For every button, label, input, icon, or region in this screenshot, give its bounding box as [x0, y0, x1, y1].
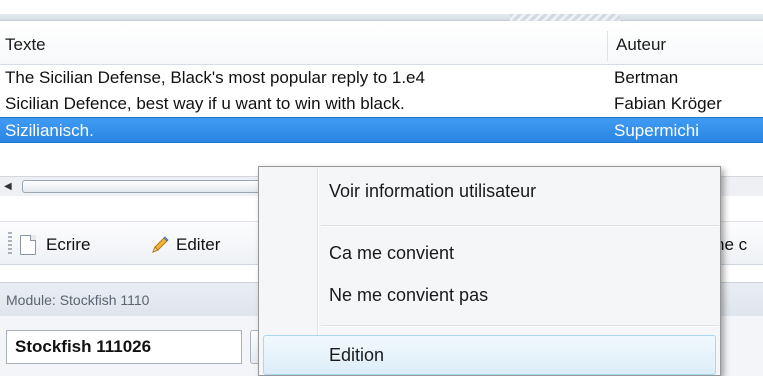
table-row[interactable]: The Sicilian Defense, Black's most popul…	[0, 65, 763, 91]
menu-item-view-user-info[interactable]: Voir information utilisateur	[329, 181, 536, 202]
edit-button[interactable]: Editer	[150, 232, 220, 258]
table-row[interactable]: Sicilian Defence, best way if u want to …	[0, 91, 763, 117]
scroll-left-icon[interactable]: ◀	[4, 181, 12, 192]
document-icon	[20, 235, 36, 255]
splitter-bar[interactable]	[0, 14, 763, 21]
menu-item-agree[interactable]: Ca me convient	[329, 243, 454, 264]
write-label: Ecrire	[46, 235, 91, 254]
row-text: The Sicilian Defense, Black's most popul…	[5, 68, 425, 87]
row-author: Fabian Kröger	[614, 94, 722, 113]
column-header-text[interactable]: Texte	[5, 25, 46, 65]
toolbar-grip-icon[interactable]	[8, 232, 12, 256]
engine-tab[interactable]: Stockfish 111026	[6, 330, 242, 364]
row-text: Sicilian Defence, best way if u want to …	[5, 94, 405, 113]
menu-item-edit[interactable]: Edition	[329, 345, 384, 366]
edit-label: Editer	[176, 235, 221, 254]
splitter-grip[interactable]	[510, 14, 620, 21]
module-label: Module: Stockfish 1110	[6, 292, 150, 308]
column-header-author[interactable]: Auteur	[616, 25, 666, 65]
pencil-icon	[152, 236, 169, 253]
menu-separator	[321, 325, 719, 327]
write-button[interactable]: Ecrire	[20, 232, 90, 258]
column-divider[interactable]	[607, 31, 608, 61]
comments-table: Texte Auteur The Sicilian Defense, Black…	[0, 25, 763, 143]
menu-separator	[321, 225, 719, 227]
menu-item-disagree[interactable]: Ne me convient pas	[329, 285, 488, 306]
top-splitter[interactable]	[0, 0, 763, 25]
context-menu: Voir information utilisateur Ca me convi…	[258, 166, 721, 376]
row-author: Supermichi	[614, 121, 700, 140]
table-row-selected[interactable]: Sizilianisch. Supermichi	[0, 117, 763, 143]
row-text: Sizilianisch.	[5, 121, 94, 140]
row-author: Bertman	[614, 68, 679, 87]
table-header: Texte Auteur	[0, 25, 763, 65]
